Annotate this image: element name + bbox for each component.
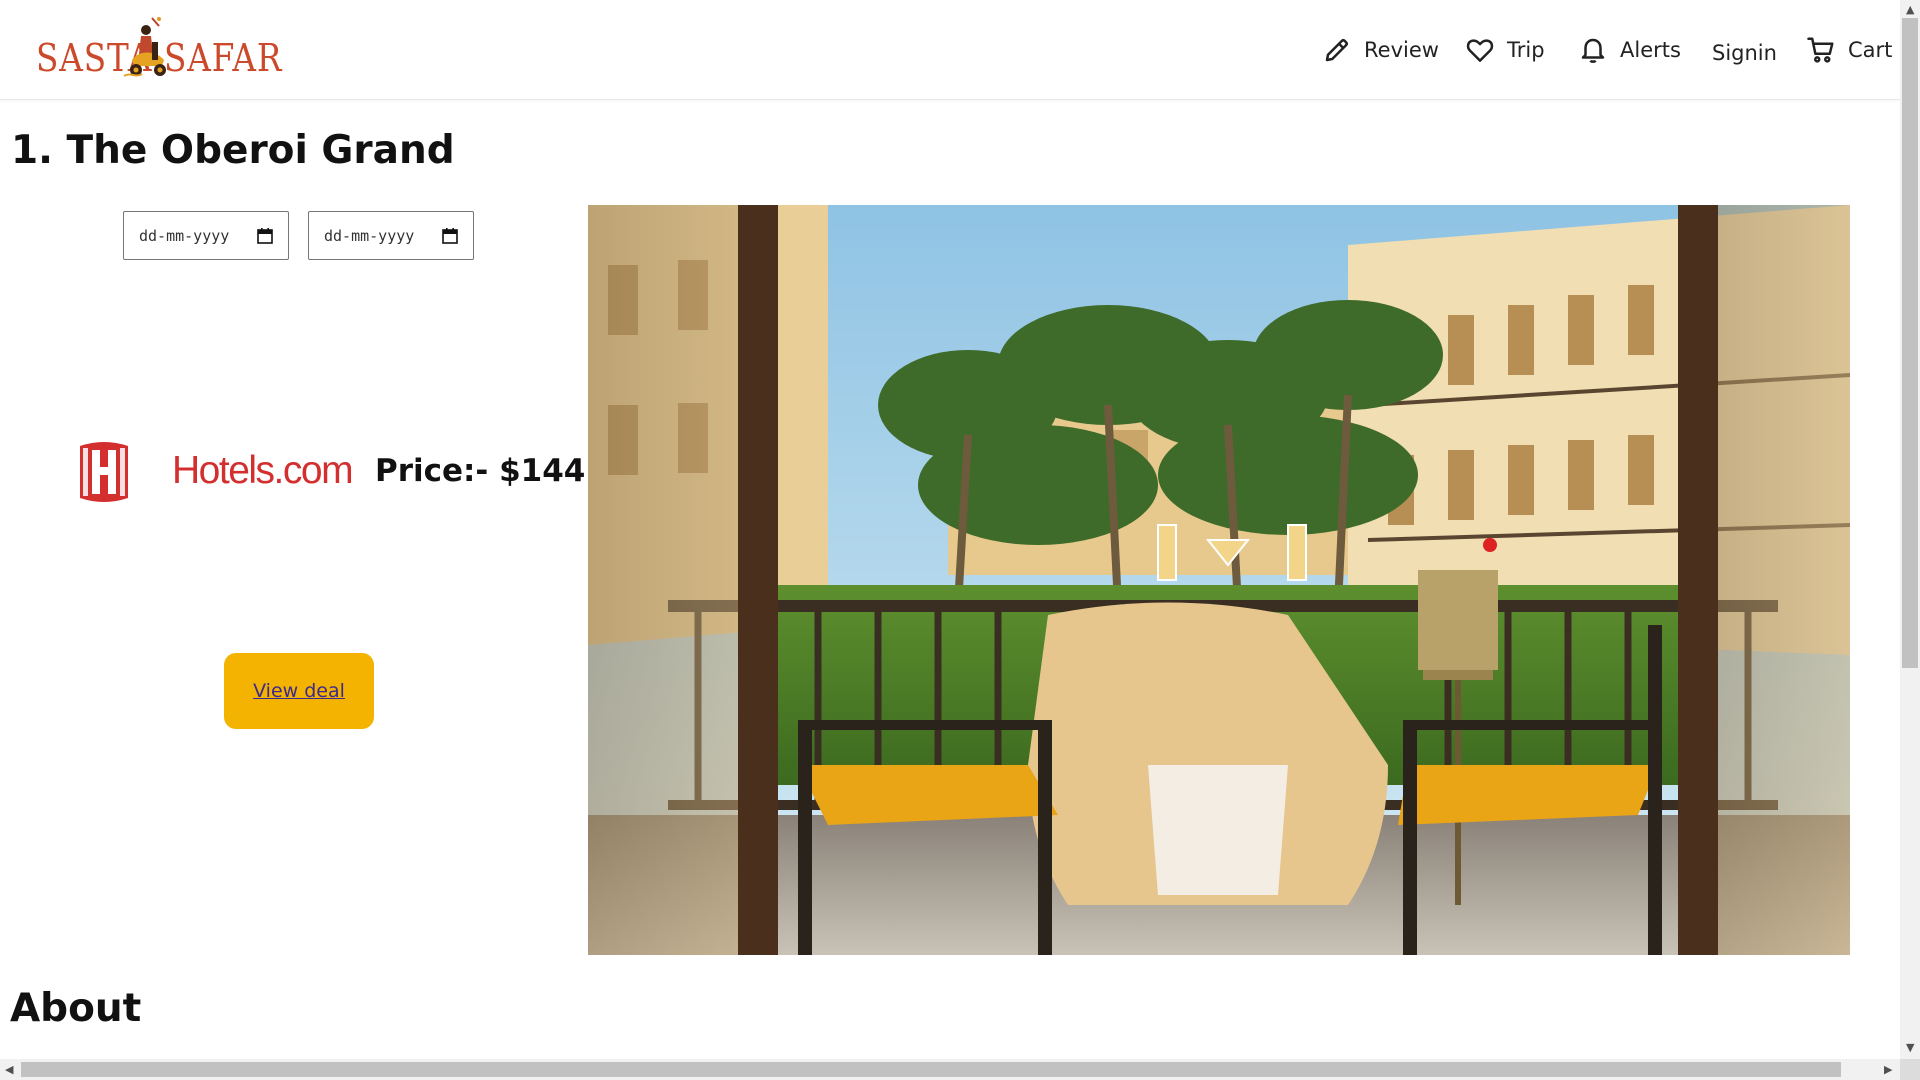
horizontal-scroll-thumb[interactable] — [21, 1062, 1841, 1077]
scooter-rider-icon — [123, 17, 166, 77]
nav-trip[interactable]: Trip — [1465, 28, 1545, 72]
nav-signin[interactable]: Signin — [1712, 31, 1777, 75]
site-logo[interactable]: SASTA SAFAR — [36, 16, 291, 82]
nav-review[interactable]: Review — [1322, 28, 1439, 72]
logo-text-right: SAFAR — [164, 36, 283, 80]
horizontal-scrollbar[interactable]: ◀ ▶ — [0, 1059, 1900, 1080]
page: SASTA SAFAR Review Trip Alerts Signin Ca… — [0, 0, 1900, 1059]
checkout-date-placeholder: dd-mm-yyyy — [324, 226, 415, 245]
pencil-icon — [1325, 39, 1348, 62]
bell-icon — [1581, 38, 1605, 63]
checkin-date-placeholder: dd-mm-yyyy — [139, 226, 230, 245]
scrollbar-corner — [1900, 1059, 1920, 1080]
vertical-scrollbar[interactable]: ▲ ▼ — [1900, 0, 1920, 1059]
checkin-date-input[interactable]: dd-mm-yyyy — [123, 211, 289, 260]
provider-name: Hotels.com — [172, 449, 354, 492]
heart-icon — [1466, 39, 1494, 62]
cart-icon — [1807, 37, 1834, 63]
scroll-left-arrow-icon[interactable]: ◀ — [5, 1064, 13, 1075]
calendar-icon[interactable] — [256, 227, 274, 245]
scroll-right-arrow-icon[interactable]: ▶ — [1884, 1064, 1892, 1075]
hotels-com-logo-icon — [80, 442, 128, 502]
calendar-icon[interactable] — [441, 227, 459, 245]
scroll-up-arrow-icon[interactable]: ▲ — [1906, 4, 1914, 15]
about-heading: About — [10, 986, 142, 1031]
site-header: SASTA SAFAR Review Trip Alerts Signin Ca… — [0, 0, 1900, 100]
nav-cart[interactable]: Cart — [1806, 28, 1892, 72]
checkout-date-input[interactable]: dd-mm-yyyy — [308, 211, 474, 260]
nav-cart-label: Cart — [1848, 38, 1893, 62]
scroll-down-arrow-icon[interactable]: ▼ — [1906, 1042, 1914, 1053]
nav-signin-label: Signin — [1712, 41, 1777, 65]
hotel-title: 1. The Oberoi Grand — [11, 128, 455, 173]
view-deal-button[interactable]: View deal — [224, 653, 374, 729]
nav-alerts-label: Alerts — [1620, 38, 1681, 62]
nav-trip-label: Trip — [1507, 38, 1545, 62]
hotel-price: Price:- $144 — [375, 453, 586, 489]
nav-review-label: Review — [1364, 38, 1439, 62]
nav-alerts[interactable]: Alerts — [1578, 28, 1681, 72]
hotel-balcony-photo — [588, 205, 1850, 955]
vertical-scroll-thumb[interactable] — [1902, 18, 1918, 668]
